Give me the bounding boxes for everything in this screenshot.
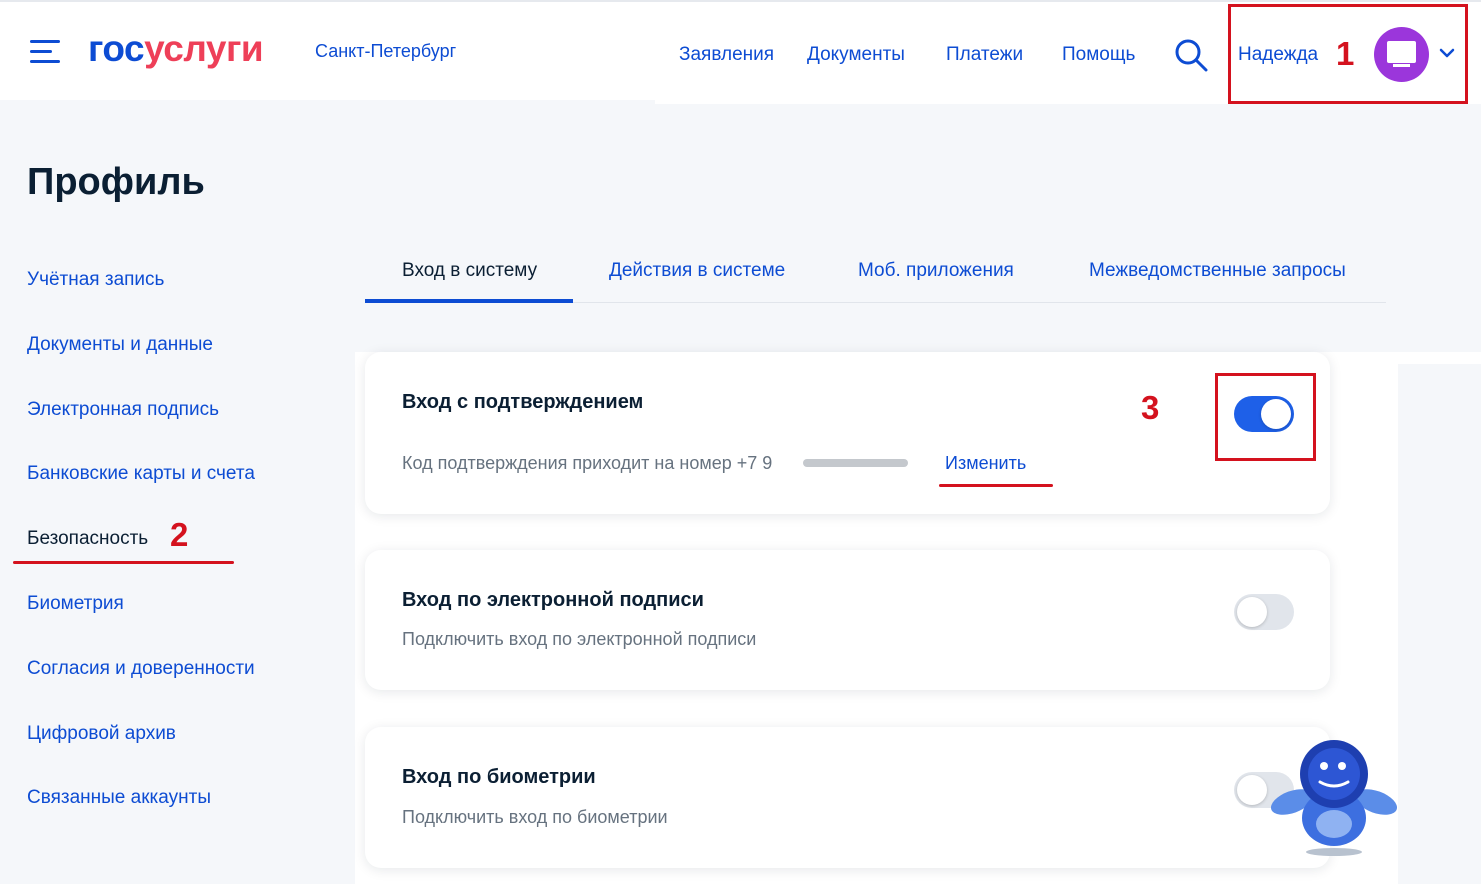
city-selector[interactable]: Санкт-Петербург bbox=[315, 40, 456, 62]
sidebar-item-documents[interactable]: Документы и данные bbox=[27, 334, 213, 356]
annotation-underline-change bbox=[939, 484, 1053, 487]
card-title: Вход по биометрии bbox=[402, 766, 596, 788]
sidebar-item-esignature[interactable]: Электронная подпись bbox=[27, 399, 219, 421]
sidebar-item-bank-cards[interactable]: Банковские карты и счета bbox=[27, 463, 255, 485]
active-tab-indicator bbox=[365, 299, 573, 303]
tab-actions[interactable]: Действия в системе bbox=[609, 260, 785, 282]
card-title: Вход по электронной подписи bbox=[402, 589, 704, 611]
tab-mobile-apps[interactable]: Моб. приложения bbox=[858, 260, 1014, 282]
tab-interagency-requests[interactable]: Межведомственные запросы bbox=[1089, 260, 1346, 282]
toggle-knob bbox=[1237, 775, 1267, 805]
masked-phone-number bbox=[803, 459, 908, 467]
sidebar-item-account[interactable]: Учётная запись bbox=[27, 269, 164, 291]
login-confirmation-card: Вход с подтверждением Код подтверждения … bbox=[365, 352, 1330, 514]
assistant-robot-icon[interactable] bbox=[1268, 734, 1400, 860]
biometrics-login-card: Вход по биометрии Подключить вход по био… bbox=[365, 727, 1330, 868]
annotation-underline-security bbox=[13, 561, 234, 564]
menu-burger-icon[interactable] bbox=[30, 40, 60, 64]
page-title: Профиль bbox=[27, 161, 205, 203]
card-title: Вход с подтверждением bbox=[402, 391, 644, 413]
nav-documents[interactable]: Документы bbox=[807, 44, 905, 66]
sidebar-item-security[interactable]: Безопасность bbox=[27, 528, 148, 550]
annotation-number-1: 1 bbox=[1336, 35, 1355, 72]
sidebar-item-digital-archive[interactable]: Цифровой архив bbox=[27, 723, 176, 745]
nav-help[interactable]: Помощь bbox=[1062, 44, 1135, 66]
settings-panel-edge bbox=[1398, 352, 1481, 364]
annotation-number-2: 2 bbox=[170, 516, 189, 553]
annotation-box-toggle bbox=[1215, 373, 1316, 461]
top-border bbox=[0, 0, 1481, 2]
sidebar-item-linked-accounts[interactable]: Связанные аккаунты bbox=[27, 787, 211, 809]
card-subtitle: Код подтверждения приходит на номер +7 9 bbox=[402, 453, 773, 473]
card-subtitle: Подключить вход по биометрии bbox=[402, 807, 668, 827]
annotation-number-3: 3 bbox=[1141, 389, 1160, 426]
toggle-knob bbox=[1237, 597, 1267, 627]
esignature-login-toggle[interactable] bbox=[1234, 594, 1294, 630]
sidebar-item-biometrics[interactable]: Биометрия bbox=[27, 593, 124, 615]
search-icon[interactable] bbox=[1174, 38, 1208, 72]
nav-payments[interactable]: Платежи bbox=[946, 44, 1023, 66]
change-phone-link[interactable]: Изменить bbox=[945, 452, 1026, 474]
gosuslugi-logo[interactable]: госуслуги bbox=[88, 27, 264, 71]
sidebar-item-consents[interactable]: Согласия и доверенности bbox=[27, 658, 255, 680]
nav-applications[interactable]: Заявления bbox=[679, 44, 774, 66]
card-subtitle: Подключить вход по электронной подписи bbox=[402, 629, 757, 649]
esignature-login-card: Вход по электронной подписи Подключить в… bbox=[365, 550, 1330, 690]
tab-login[interactable]: Вход в систему bbox=[402, 260, 537, 282]
